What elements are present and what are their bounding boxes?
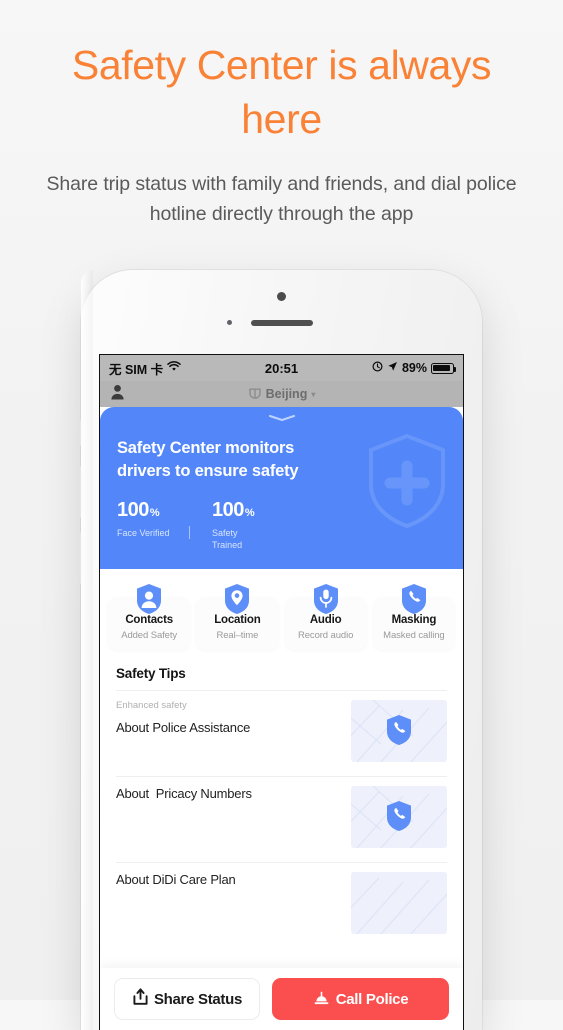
feature-audio[interactable]: Audio Record audio	[284, 583, 367, 651]
chevron-down-handle-icon[interactable]	[267, 414, 297, 422]
tip-kicker: Enhanced safety	[116, 700, 187, 712]
shield-mic-icon	[312, 583, 340, 615]
feature-desc: Record audio	[297, 630, 354, 642]
stat-safety-trained: 100% Safety Trained	[212, 500, 270, 551]
phone-screen: 无 SIM 卡 20:51 89% Beijing ▾ Safety Cente…	[99, 354, 464, 1030]
phone-frame: 无 SIM 卡 20:51 89% Beijing ▾ Safety Cente…	[79, 270, 482, 1030]
list-item[interactable]: About DiDi Care Plan	[116, 862, 447, 948]
feature-contacts[interactable]: Contacts Added Safety	[108, 583, 191, 651]
wifi-icon	[167, 361, 181, 375]
feature-desc: Added Safety	[121, 630, 178, 642]
feature-desc: Masked calling	[383, 630, 445, 642]
city-selector[interactable]: Beijing ▾	[100, 386, 463, 403]
stat-unit: %	[149, 506, 160, 519]
call-police-button[interactable]: Call Police	[272, 978, 449, 1020]
share-status-button[interactable]: Share Status	[114, 978, 260, 1020]
feature-desc: Real–time	[216, 630, 259, 642]
status-bar: 无 SIM 卡 20:51 89%	[100, 355, 463, 381]
stat-face-verified: 100% Face Verified	[117, 500, 175, 539]
front-camera-icon	[277, 292, 286, 301]
earpiece-speaker-icon	[251, 320, 313, 326]
alarm-icon	[372, 361, 383, 375]
tip-title: About Police Assistance	[116, 720, 251, 736]
shield-person-icon	[135, 583, 163, 615]
stat-label: Face Verified	[117, 527, 170, 538]
tip-thumbnail	[351, 872, 447, 935]
feature-location[interactable]: Location Real–time	[196, 583, 279, 651]
carrier-label: 无 SIM 卡	[109, 362, 164, 377]
list-item[interactable]: About Pricacy Numbers	[116, 776, 447, 862]
hero-title: Safety Center monitors drivers to ensure…	[117, 439, 299, 481]
tip-thumbnail	[351, 786, 447, 849]
shield-pin-icon	[223, 583, 251, 615]
feature-name: Audio	[309, 614, 342, 627]
feature-name: Contacts	[125, 614, 173, 627]
city-label: Beijing	[265, 387, 308, 401]
feature-masking[interactable]: Masking Masked calling	[372, 583, 455, 651]
app-nav-bar: Beijing ▾	[100, 381, 463, 407]
chevron-down-icon: ▾	[311, 389, 316, 399]
page-subtitle: Share trip status with family and friend…	[46, 173, 517, 225]
safety-hero-card: Safety Center monitors drivers to ensure…	[100, 407, 463, 570]
bottom-action-bar: Share Status Call Police	[100, 968, 463, 1030]
feature-name: Location	[214, 614, 261, 627]
list-item[interactable]: Enhanced safety About Police Assistance	[116, 690, 447, 776]
page-title: Safety Center is always here	[71, 42, 492, 143]
call-police-label: Call Police	[335, 990, 409, 1008]
safety-tips-section: Safety Tips Enhanced safety About Police…	[100, 660, 463, 949]
stat-unit: %	[244, 506, 255, 519]
status-time: 20:51	[264, 360, 299, 376]
battery-icon	[431, 362, 457, 374]
silent-switch[interactable]	[79, 420, 82, 446]
share-upload-icon	[132, 988, 149, 1010]
location-arrow-icon	[387, 361, 398, 375]
stat-number: 100	[117, 498, 149, 521]
hero-stats: 100% Face Verified 100% Safety Trained	[117, 500, 446, 551]
stat-number: 100	[212, 498, 244, 521]
volume-down-button[interactable]	[79, 532, 82, 584]
stat-label: Safety Trained	[212, 527, 243, 550]
stat-value: 100%	[212, 500, 270, 520]
phone-mockup: 无 SIM 卡 20:51 89% Beijing ▾ Safety Cente…	[79, 270, 482, 1030]
battery-percent-label: 89%	[401, 361, 427, 375]
safety-tips-heading: Safety Tips	[116, 666, 186, 682]
brand-logo-icon	[248, 386, 262, 403]
stat-value: 100%	[117, 500, 175, 520]
feature-name: Masking	[391, 614, 437, 627]
stat-divider	[189, 525, 190, 539]
promo-header: Safety Center is always here Share trip …	[0, 0, 563, 229]
share-status-label: Share Status	[153, 990, 243, 1008]
tip-title: About Pricacy Numbers	[116, 786, 252, 802]
shield-phone-icon	[400, 583, 428, 615]
proximity-sensor-icon	[227, 320, 232, 325]
siren-icon	[313, 989, 330, 1010]
feature-row: Contacts Added Safety Location Real–time…	[100, 569, 463, 661]
volume-up-button[interactable]	[79, 466, 82, 518]
tip-title: About DiDi Care Plan	[116, 872, 236, 888]
tip-thumbnail	[351, 700, 447, 763]
